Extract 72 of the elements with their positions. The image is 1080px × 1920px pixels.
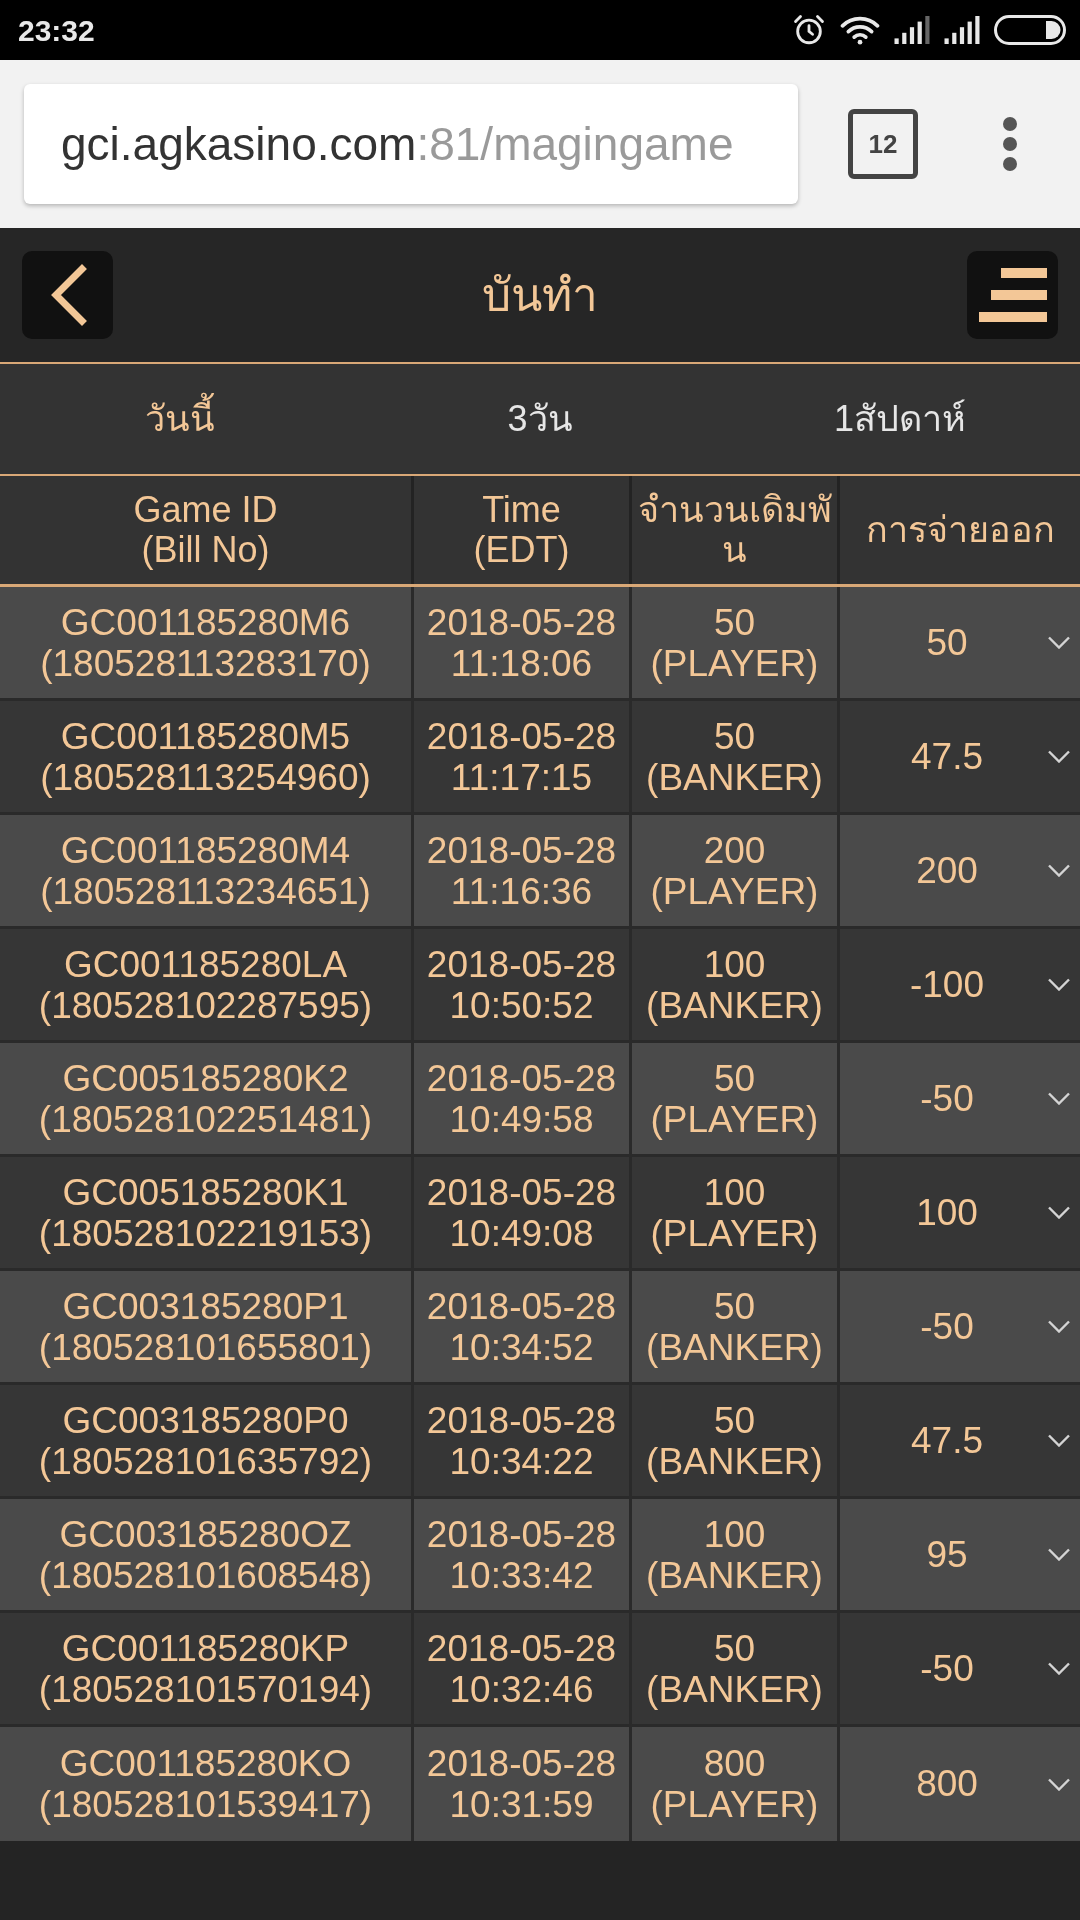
table-cell: GC001185280M4 (180528113234651) (0, 815, 414, 929)
chevron-down-icon[interactable] (1048, 864, 1070, 877)
chevron-down-icon[interactable] (1048, 1434, 1070, 1447)
table-cell: 50 (PLAYER) (632, 1043, 840, 1157)
table-cell: 2018-05-28 10:33:42 (414, 1499, 632, 1613)
menu-icon (978, 268, 1047, 322)
table-cell: 200 (PLAYER) (632, 815, 840, 929)
table-cell: 800 (PLAYER) (632, 1727, 840, 1841)
payout-value: 95 (925, 1532, 969, 1577)
battery-icon (994, 15, 1066, 45)
payout-value: 47.5 (910, 734, 984, 779)
chevron-down-icon[interactable] (1048, 1092, 1070, 1105)
table-cell: 2018-05-28 10:31:59 (414, 1727, 632, 1841)
table-cell: 50 (BANKER) (632, 1385, 840, 1499)
payout-value: -50 (919, 1646, 975, 1691)
table-cell: GC001185280LA (180528102287595) (0, 929, 414, 1043)
signal-icon (894, 16, 930, 44)
table-cell: 50 (BANKER) (632, 701, 840, 815)
table-cell: GC003185280P1 (180528101655801) (0, 1271, 414, 1385)
table-cell: 50 (BANKER) (632, 1271, 840, 1385)
chevron-down-icon[interactable] (1048, 978, 1070, 991)
tab[interactable]: 3วัน (360, 364, 720, 474)
payout-value: -50 (919, 1076, 975, 1121)
status-time: 23:32 (18, 12, 95, 49)
payout-value: 100 (915, 1190, 979, 1235)
tab-count-button[interactable]: 12 (848, 109, 918, 179)
payout-value: -100 (908, 962, 986, 1007)
back-button[interactable] (22, 251, 113, 339)
table-cell: 2018-05-28 11:16:36 (414, 815, 632, 929)
table-cell: 2018-05-28 10:32:46 (414, 1613, 632, 1727)
table-cell: GC003185280OZ (180528101608548) (0, 1499, 414, 1613)
table-cell: 2018-05-28 10:34:22 (414, 1385, 632, 1499)
table-cell: 50 (BANKER) (632, 1613, 840, 1727)
wifi-icon (840, 15, 880, 45)
chevron-down-icon[interactable] (1048, 1548, 1070, 1561)
payout-value: 47.5 (910, 1418, 984, 1463)
table-cell: 2018-05-28 10:49:58 (414, 1043, 632, 1157)
chevron-down-icon[interactable] (1048, 1662, 1070, 1675)
menu-button[interactable] (967, 251, 1058, 339)
chevron-down-icon[interactable] (1048, 636, 1070, 649)
payout-value: 200 (915, 848, 979, 893)
chevron-down-icon[interactable] (1048, 1320, 1070, 1333)
table-cell: 100 (PLAYER) (632, 1157, 840, 1271)
table-cell: GC003185280P0 (180528101635792) (0, 1385, 414, 1499)
table-cell: 2018-05-28 10:34:52 (414, 1271, 632, 1385)
payout-value: 800 (915, 1762, 979, 1807)
url-field[interactable]: gci.agkasino.com:81/magingame (24, 84, 798, 204)
table-cell: 2018-05-28 11:18:06 (414, 587, 632, 701)
table-cell: GC005185280K2 (180528102251481) (0, 1043, 414, 1157)
alarm-clock-icon (792, 13, 826, 47)
column-header: การจ่ายออก (864, 508, 1056, 552)
more-menu-icon[interactable] (1002, 116, 1018, 172)
table-cell: 50 (PLAYER) (632, 587, 840, 701)
tab[interactable]: วันนี้ (0, 364, 360, 474)
table-cell: GC001185280M6 (180528113283170) (0, 587, 414, 701)
signal-icon (944, 16, 980, 44)
chevron-down-icon[interactable] (1048, 750, 1070, 763)
table-cell: 100 (BANKER) (632, 929, 840, 1043)
table-cell: 2018-05-28 11:17:15 (414, 701, 632, 815)
table-cell: GC001185280KP (180528101570194) (0, 1613, 414, 1727)
page-title: บันทำ (482, 267, 598, 323)
table-cell: GC001185280M5 (180528113254960) (0, 701, 414, 815)
table-cell: 2018-05-28 10:50:52 (414, 929, 632, 1043)
payout-value: -50 (919, 1304, 975, 1349)
chevron-down-icon[interactable] (1048, 1206, 1070, 1219)
chevron-down-icon[interactable] (1048, 1777, 1070, 1791)
table-cell: 100 (BANKER) (632, 1499, 840, 1613)
tab[interactable]: 1สัปดาห์ (720, 364, 1080, 474)
table-cell: GC001185280KO (180528101539417) (0, 1727, 414, 1841)
payout-value: 50 (925, 620, 969, 665)
table-cell: GC005185280K1 (180528102219153) (0, 1157, 414, 1271)
table-cell: 2018-05-28 10:49:08 (414, 1157, 632, 1271)
